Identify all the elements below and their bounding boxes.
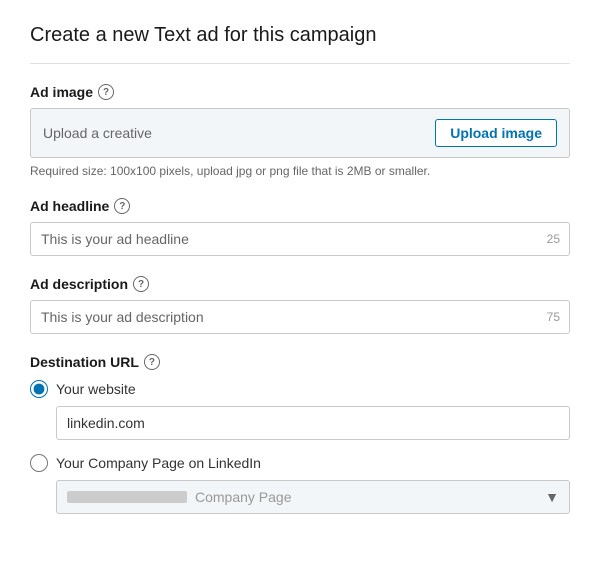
- ad-headline-input-wrapper: 25: [30, 222, 570, 256]
- ad-image-section: Ad image ? Upload a creative Upload imag…: [30, 84, 570, 178]
- company-page-select-wrapper: Company Page ▼: [56, 480, 570, 514]
- upload-hint: Required size: 100x100 pixels, upload jp…: [30, 164, 570, 178]
- website-radio-option[interactable]: Your website: [30, 380, 570, 398]
- chevron-down-icon: ▼: [545, 489, 559, 505]
- ad-description-section: Ad description ? 75: [30, 276, 570, 334]
- website-radio-input[interactable]: [30, 380, 48, 398]
- company-page-radio-option[interactable]: Your Company Page on LinkedIn: [30, 454, 570, 472]
- ad-headline-label: Ad headline ?: [30, 198, 570, 214]
- ad-image-help-icon[interactable]: ?: [98, 84, 114, 100]
- company-page-radio-input[interactable]: [30, 454, 48, 472]
- ad-description-input-wrapper: 75: [30, 300, 570, 334]
- website-radio-label[interactable]: Your website: [56, 381, 136, 397]
- company-page-radio-label[interactable]: Your Company Page on LinkedIn: [56, 455, 261, 471]
- blurred-company-name: [67, 491, 187, 503]
- page-title: Create a new Text ad for this campaign: [30, 24, 570, 64]
- destination-url-help-icon[interactable]: ?: [144, 354, 160, 370]
- upload-placeholder: Upload a creative: [43, 125, 152, 141]
- ad-headline-char-count: 25: [547, 232, 560, 246]
- company-page-label: Company Page: [195, 489, 545, 505]
- page-container: Create a new Text ad for this campaign A…: [0, 0, 600, 564]
- website-url-input[interactable]: [56, 406, 570, 440]
- destination-url-label: Destination URL ?: [30, 354, 570, 370]
- ad-headline-input[interactable]: [30, 222, 570, 256]
- ad-description-char-count: 75: [547, 310, 560, 324]
- upload-image-button[interactable]: Upload image: [435, 119, 557, 147]
- company-page-placeholder[interactable]: Company Page ▼: [56, 480, 570, 514]
- upload-box: Upload a creative Upload image: [30, 108, 570, 158]
- ad-description-input[interactable]: [30, 300, 570, 334]
- ad-image-label: Ad image ?: [30, 84, 570, 100]
- ad-headline-section: Ad headline ? 25: [30, 198, 570, 256]
- ad-description-help-icon[interactable]: ?: [133, 276, 149, 292]
- destination-url-section: Destination URL ? Your website Your Comp…: [30, 354, 570, 514]
- ad-description-label: Ad description ?: [30, 276, 570, 292]
- ad-headline-help-icon[interactable]: ?: [114, 198, 130, 214]
